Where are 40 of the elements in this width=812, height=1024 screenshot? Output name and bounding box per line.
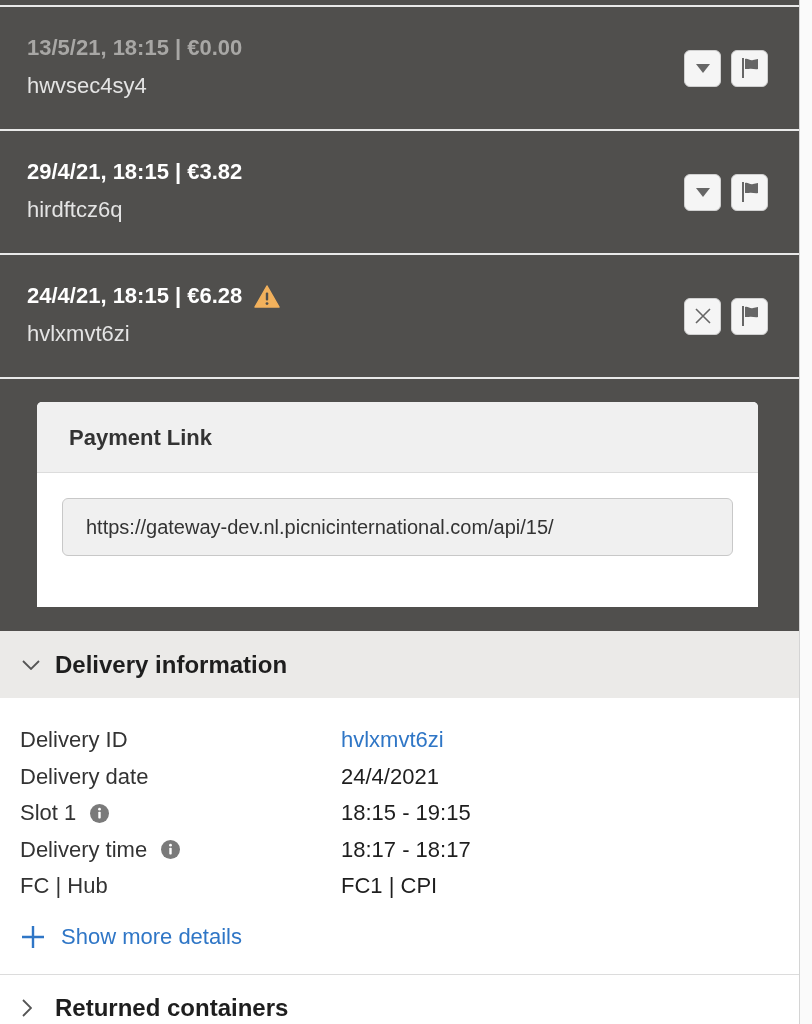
section-title: Returned containers [55,993,289,1023]
order-id: hwvsec4sy4 [27,72,148,100]
caret-down-icon [695,63,710,73]
flag-icon [741,182,758,202]
section-title: Delivery information [55,649,288,680]
flag-button[interactable] [731,49,768,87]
expand-button[interactable] [684,173,721,211]
show-more-link[interactable]: Show more details [61,920,242,953]
delivery-id-link[interactable]: hvlxmvt6zi [341,722,444,759]
order-summary: 13/5/21, 18:15 | €0.00 [27,34,243,62]
field-value: 18:15 - 19:15 [341,799,471,827]
field-value: 24/4/2021 [341,762,439,791]
chevron-down-icon [22,659,40,670]
order-summary: 29/4/21, 18:15 | €3.82 [27,158,243,186]
flag-icon [741,58,758,78]
close-icon [694,308,711,324]
field-label: FC | Hub [20,872,108,900]
field-value: FC1 | CPI [341,872,438,900]
order-id: hirdftcz6q [27,196,124,224]
field-label: Delivery time [20,835,148,864]
card-title: Payment Link [69,423,213,452]
field-label: Delivery ID [20,726,128,754]
expand-button[interactable] [684,49,721,87]
field-label: Delivery date [20,762,149,791]
field-value: 18:17 - 18:17 [341,835,471,864]
plus-icon [22,925,44,948]
order-summary: 24/4/21, 18:15 | €6.28 [27,282,243,310]
info-icon[interactable] [161,840,181,860]
order-id: hvlxmvt6zi [27,320,131,348]
section-header[interactable]: Delivery information [0,631,799,698]
field-label: Slot 1 [20,799,77,827]
caret-down-icon [695,187,710,197]
info-icon[interactable] [90,803,110,823]
flag-button[interactable] [731,297,768,335]
payment-link-field[interactable]: https://gateway-dev.nl.picnicinternational.com/api/15/ [62,498,733,556]
chevron-right-icon [22,999,32,1017]
warning-icon [254,284,281,308]
collapse-button[interactable] [684,297,721,335]
flag-button[interactable] [731,173,768,211]
flag-icon [741,306,758,326]
